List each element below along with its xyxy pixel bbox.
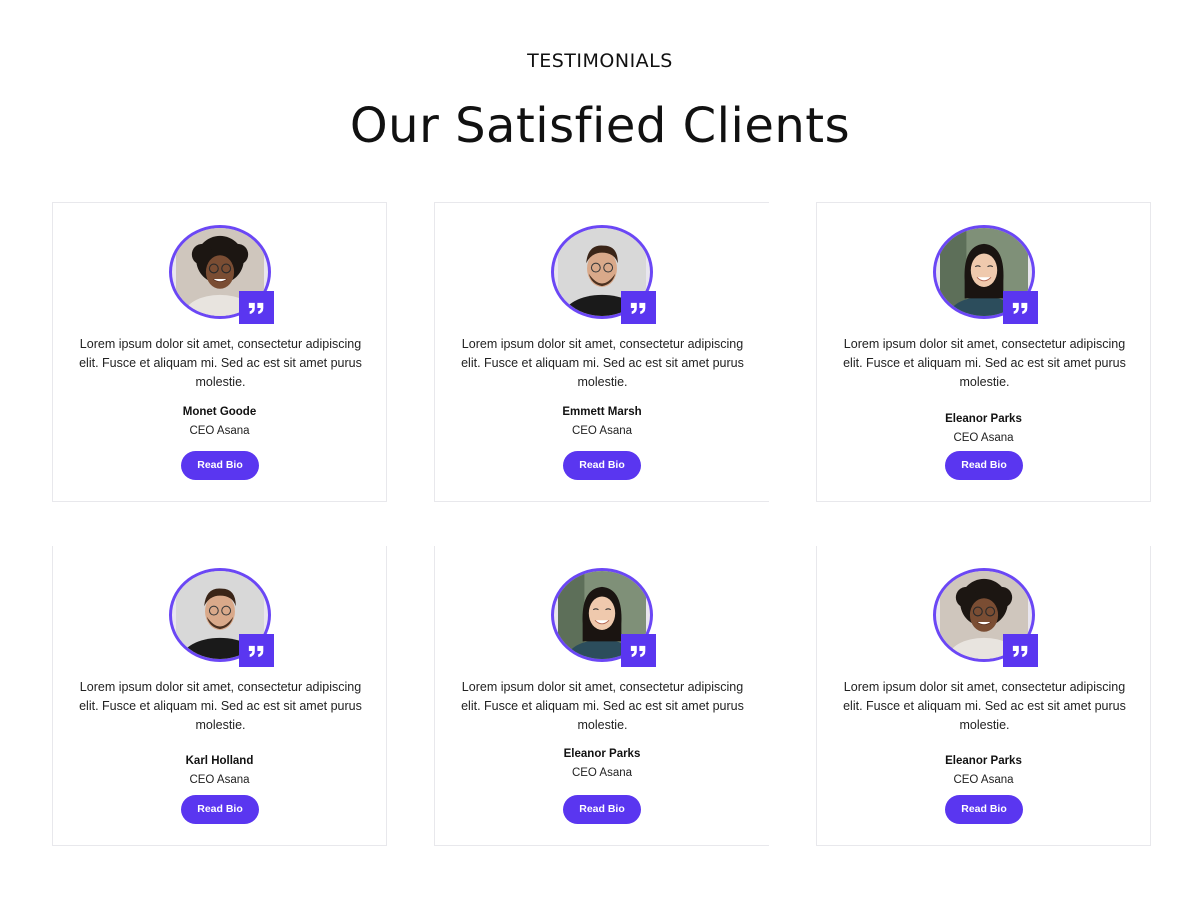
avatar-wrap (551, 568, 656, 667)
person-role: CEO Asana (571, 767, 633, 779)
person-name: Emmett Marsh (562, 406, 642, 418)
testimonial-quote: Lorem ipsum dolor sit amet, consectetur … (843, 680, 1126, 732)
testimonial-quote: Lorem ipsum dolor sit amet, consectetur … (79, 680, 362, 732)
testimonial-card: Lorem ipsum dolor sit amet, consectetur … (52, 202, 387, 502)
read-bio-button[interactable]: Read Bio (563, 451, 641, 480)
section-eyebrow: TESTIMONIALS (527, 50, 673, 72)
quote-icon (1003, 291, 1038, 324)
quote-icon (239, 634, 274, 667)
person-name: Eleanor Parks (945, 755, 1022, 767)
quote-icon (621, 291, 656, 324)
avatar-wrap (169, 225, 274, 324)
testimonial-card: Lorem ipsum dolor sit amet, consectetur … (434, 546, 769, 846)
testimonial-card: Lorem ipsum dolor sit amet, consectetur … (434, 202, 769, 502)
read-bio-button[interactable]: Read Bio (945, 451, 1023, 480)
person-name: Karl Holland (185, 755, 254, 767)
person-role: CEO Asana (953, 432, 1014, 444)
avatar-wrap (169, 568, 274, 667)
person-name: Monet Goode (182, 406, 257, 418)
testimonial-quote: Lorem ipsum dolor sit amet, consectetur … (79, 337, 362, 389)
quote-icon (621, 634, 656, 667)
testimonial-card: Lorem ipsum dolor sit amet, consectetur … (816, 202, 1151, 502)
person-role: CEO Asana (571, 425, 633, 437)
read-bio-button[interactable]: Read Bio (563, 795, 641, 824)
testimonial-card: Lorem ipsum dolor sit amet, consectetur … (52, 546, 387, 846)
person-role: CEO Asana (953, 774, 1014, 786)
quote-icon (1003, 634, 1038, 667)
testimonial-quote: Lorem ipsum dolor sit amet, consectetur … (461, 337, 744, 389)
avatar-wrap (551, 225, 656, 324)
quote-icon (239, 291, 274, 324)
read-bio-button[interactable]: Read Bio (945, 795, 1023, 824)
testimonials-section: TESTIMONIALS Our Satisfied Clients Lorem… (0, 0, 1200, 900)
read-bio-button[interactable]: Read Bio (181, 451, 259, 480)
section-title: Our Satisfied Clients (349, 98, 851, 154)
testimonial-quote: Lorem ipsum dolor sit amet, consectetur … (461, 680, 744, 732)
person-role: CEO Asana (189, 425, 250, 437)
avatar-wrap (933, 568, 1038, 667)
testimonial-quote: Lorem ipsum dolor sit amet, consectetur … (843, 337, 1126, 389)
read-bio-button[interactable]: Read Bio (181, 795, 259, 824)
testimonial-card: Lorem ipsum dolor sit amet, consectetur … (816, 546, 1151, 846)
person-name: Eleanor Parks (563, 748, 641, 760)
avatar-wrap (933, 225, 1038, 324)
person-role: CEO Asana (189, 774, 250, 786)
person-name: Eleanor Parks (945, 413, 1022, 425)
